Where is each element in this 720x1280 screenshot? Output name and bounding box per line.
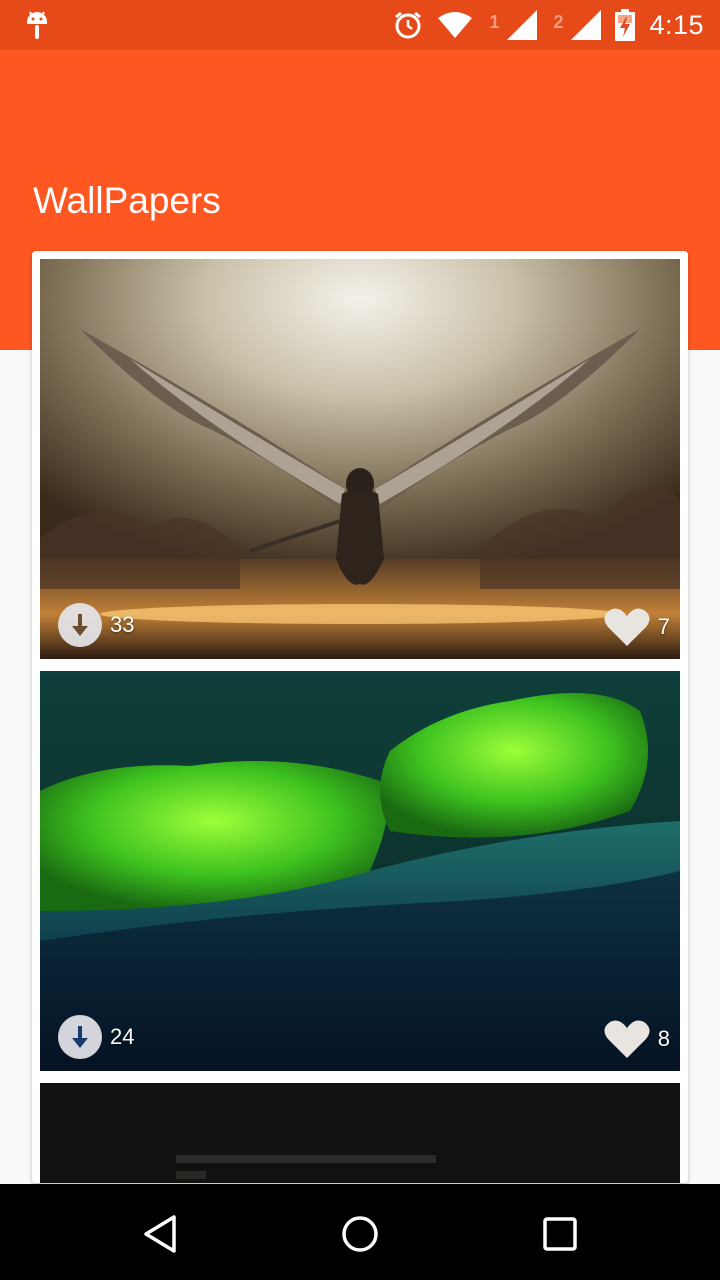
clock: 4:15 (649, 9, 704, 40)
wallpaper-list[interactable]: 33 7 24 8 (32, 251, 688, 1183)
sim2-label: 2 (553, 12, 564, 32)
like-count: 8 (657, 1026, 670, 1051)
wallpaper-image-angel (40, 259, 680, 659)
sim1-signal: 1 (487, 10, 538, 40)
wifi-icon (438, 12, 473, 38)
wallpaper-image-moss (40, 671, 680, 1071)
wallpaper-tile-angel[interactable]: 33 7 (40, 259, 680, 659)
signal-icon (571, 10, 602, 40)
download-stat[interactable]: 33 (58, 603, 134, 647)
navigation-bar (0, 1184, 720, 1280)
back-icon (144, 1215, 176, 1253)
download-stat[interactable]: 24 (58, 1015, 134, 1059)
download-count: 33 (110, 612, 135, 637)
like-stat[interactable]: 8 (604, 1019, 670, 1059)
signal-icon (507, 10, 538, 40)
heart-icon[interactable] (604, 1019, 650, 1059)
android-debug-icon (27, 11, 47, 39)
recents-icon (543, 1217, 577, 1251)
sim2-signal: 2 (551, 10, 602, 40)
wallpaper-tile-moss[interactable]: 24 8 (40, 671, 680, 1071)
status-icons: 1 2 4:15 (393, 0, 704, 50)
app-title: WallPapers (33, 180, 221, 221)
status-bar: 1 2 4:15 (0, 0, 720, 50)
wallpaper-tile-code[interactable] (40, 1083, 680, 1183)
wallpaper-image-code (40, 1083, 680, 1183)
back-button[interactable] (140, 1214, 180, 1254)
download-button[interactable] (58, 1015, 102, 1059)
recents-button[interactable] (540, 1214, 580, 1254)
download-arrow-icon (72, 614, 88, 636)
alarm-icon (395, 11, 422, 39)
download-button[interactable] (58, 603, 102, 647)
battery-charging-icon (615, 9, 636, 41)
like-stat[interactable]: 7 (604, 607, 670, 647)
home-icon (342, 1216, 378, 1252)
like-count: 7 (657, 614, 670, 639)
heart-icon[interactable] (604, 607, 650, 647)
sim1-label: 1 (489, 12, 500, 32)
download-arrow-icon (72, 1026, 88, 1048)
download-count: 24 (110, 1024, 135, 1049)
home-button[interactable] (340, 1214, 380, 1254)
